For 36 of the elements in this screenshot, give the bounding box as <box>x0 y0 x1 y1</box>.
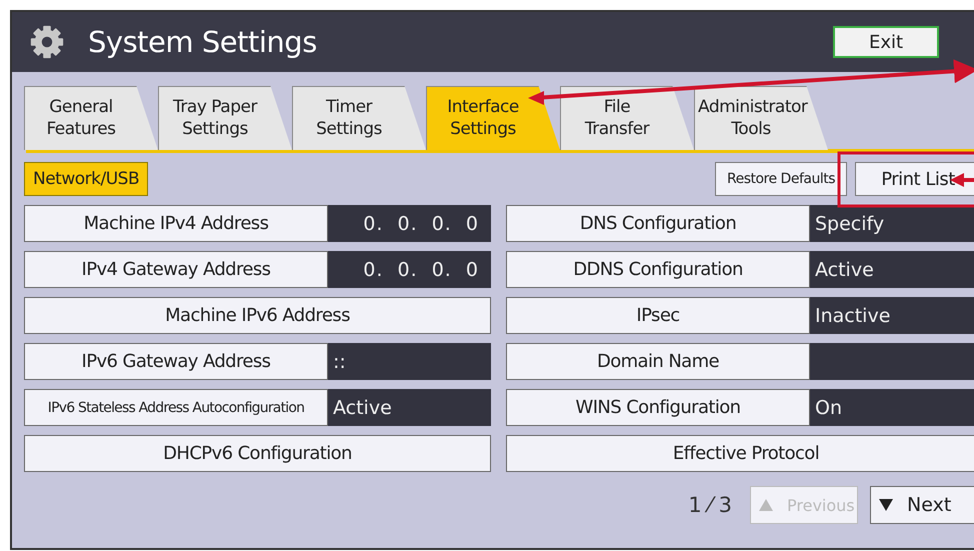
setting-value: Active <box>328 389 491 426</box>
tab[interactable]: Tray Paper Settings <box>158 86 292 150</box>
setting-value: On <box>810 389 974 426</box>
exit-button[interactable]: Exit <box>833 26 939 58</box>
down-triangle-icon <box>879 499 893 511</box>
print-list-button[interactable]: Print List <box>855 162 974 196</box>
setting-value: 0. 0. 0. 0 <box>328 205 491 242</box>
page-indicator: 1 ⁄ 3 <box>688 493 732 517</box>
setting-value: Specify <box>810 205 974 242</box>
setting-button[interactable]: IPv6 Gateway Address <box>24 343 328 380</box>
tab[interactable]: General Features <box>24 86 158 150</box>
setting-value: :: <box>328 343 491 380</box>
setting-button[interactable]: IPsec <box>506 297 810 334</box>
next-button[interactable]: Next <box>870 486 974 524</box>
up-triangle-icon <box>759 499 773 511</box>
setting-button[interactable]: Effective Protocol <box>506 435 974 472</box>
restore-defaults-button[interactable]: Restore Defaults <box>715 162 847 196</box>
setting-button[interactable]: IPv6 Stateless Address Autoconfiguration <box>24 389 328 426</box>
setting-button[interactable]: Machine IPv6 Address <box>24 297 491 334</box>
setting-button[interactable]: DDNS Configuration <box>506 251 810 288</box>
tab[interactable]: Administrator Tools <box>694 86 828 150</box>
tab[interactable]: File Transfer <box>560 86 694 150</box>
window-title: System Settings <box>88 25 318 59</box>
setting-button[interactable]: IPv4 Gateway Address <box>24 251 328 288</box>
subtab[interactable]: Network/USB <box>24 162 148 196</box>
setting-button[interactable]: Domain Name <box>506 343 810 380</box>
tab[interactable]: Interface Settings <box>426 86 560 150</box>
setting-button[interactable]: WINS Configuration <box>506 389 810 426</box>
setting-value: 0. 0. 0. 0 <box>328 251 491 288</box>
setting-value: Inactive <box>810 297 974 334</box>
gear-icon <box>28 23 66 61</box>
setting-button[interactable]: Machine IPv4 Address <box>24 205 328 242</box>
setting-button[interactable]: DHCPv6 Configuration <box>24 435 491 472</box>
setting-button[interactable]: DNS Configuration <box>506 205 810 242</box>
tab[interactable]: Timer Settings <box>292 86 426 150</box>
setting-value: Active <box>810 251 974 288</box>
